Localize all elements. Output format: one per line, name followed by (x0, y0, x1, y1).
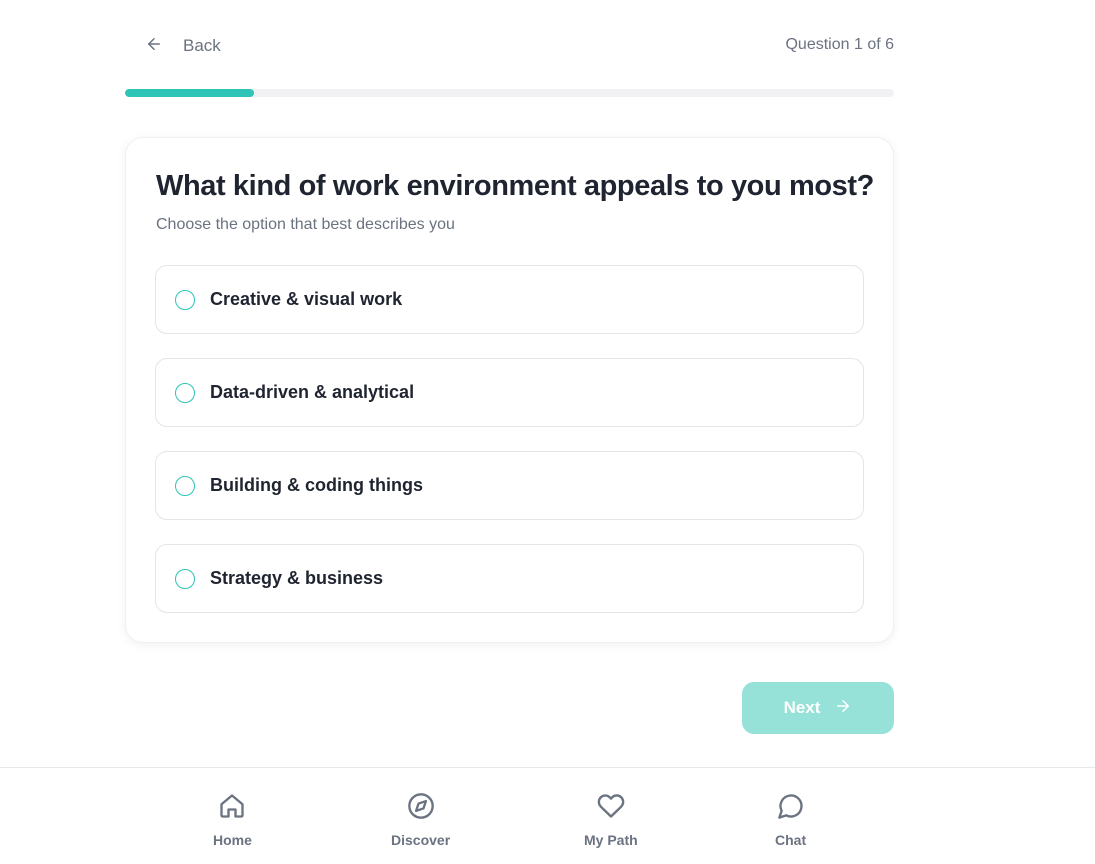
nav-item-home[interactable]: Home (213, 792, 252, 848)
radio-button[interactable] (175, 382, 195, 403)
option-label: Creative & visual work (210, 289, 403, 309)
next-button[interactable]: Next (742, 682, 894, 734)
nav-label: My Path (584, 832, 638, 848)
heart-icon (597, 792, 625, 825)
bottom-nav: Home Discover My Path Chat (0, 767, 1095, 864)
question-subtitle: Choose the option that best describes yo… (156, 216, 455, 233)
question-title: What kind of work environment appeals to… (156, 170, 874, 202)
option-creative-visual[interactable]: Creative & visual work (155, 265, 864, 334)
question-counter: Question 1 of 6 (785, 36, 894, 53)
nav-item-discover[interactable]: Discover (391, 792, 450, 848)
radio-button[interactable] (175, 568, 195, 589)
option-strategy-business[interactable]: Strategy & business (155, 544, 864, 613)
radio-button[interactable] (175, 475, 195, 496)
home-icon (218, 792, 246, 825)
arrow-right-icon (834, 697, 852, 720)
radio-button[interactable] (175, 289, 195, 310)
option-data-driven[interactable]: Data-driven & analytical (155, 358, 864, 427)
options-list: Creative & visual work Data-driven & ana… (155, 265, 864, 613)
back-label: Back (183, 36, 221, 55)
quiz-page: Back Question 1 of 6 What kind of work e… (0, 0, 1095, 864)
chat-bubble-icon (777, 792, 805, 825)
progress-fill (125, 89, 255, 97)
nav-item-chat[interactable]: Chat (775, 792, 806, 848)
progress-bar (125, 89, 894, 97)
option-building-coding[interactable]: Building & coding things (155, 451, 864, 520)
option-label: Strategy & business (210, 568, 384, 588)
nav-label: Home (213, 832, 252, 848)
next-label: Next (783, 698, 821, 717)
question-card: What kind of work environment appeals to… (125, 137, 894, 643)
arrow-left-icon (145, 35, 163, 58)
back-button[interactable]: Back (145, 34, 221, 58)
compass-icon (407, 792, 435, 825)
nav-label: Discover (391, 832, 451, 848)
option-label: Building & coding things (210, 475, 423, 495)
nav-item-my-path[interactable]: My Path (584, 792, 638, 848)
option-label: Data-driven & analytical (210, 382, 415, 402)
nav-label: Chat (775, 832, 807, 848)
